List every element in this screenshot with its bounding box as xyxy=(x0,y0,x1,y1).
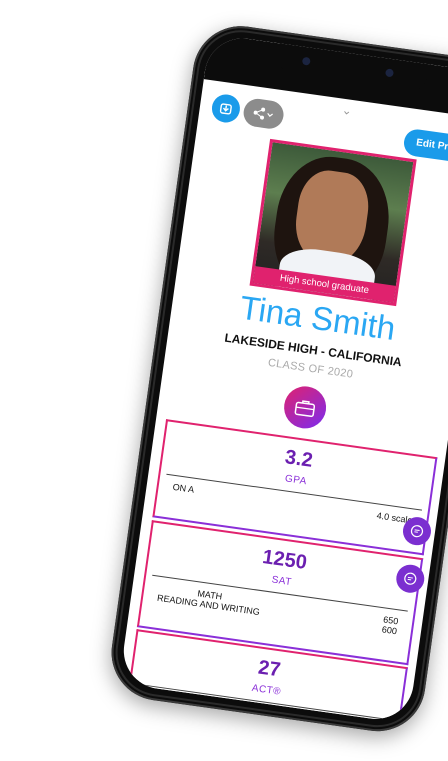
download-button[interactable] xyxy=(210,92,242,125)
sat-detail-right: 650 600 xyxy=(381,614,399,637)
briefcase-icon xyxy=(294,400,316,418)
chevron-down-icon[interactable]: ⌄ xyxy=(341,103,353,118)
camera-icon xyxy=(301,56,311,66)
download-icon xyxy=(219,103,232,115)
share-icon xyxy=(253,107,273,120)
chat-icon xyxy=(404,572,417,585)
portfolio-button[interactable] xyxy=(281,383,329,432)
profile-photo: High school graduate xyxy=(249,138,417,307)
share-button[interactable] xyxy=(241,97,286,131)
phone-screen: ⌄ Edit Profile High school graduate Tina… xyxy=(118,33,448,724)
sensor-icon xyxy=(384,68,395,78)
phone-frame: ⌄ Edit Profile High school graduate Tina… xyxy=(105,20,448,738)
chat-icon xyxy=(410,525,424,538)
phone-mockup: ⌄ Edit Profile High school graduate Tina… xyxy=(0,0,448,761)
gpa-detail-left: ON A xyxy=(172,481,195,495)
